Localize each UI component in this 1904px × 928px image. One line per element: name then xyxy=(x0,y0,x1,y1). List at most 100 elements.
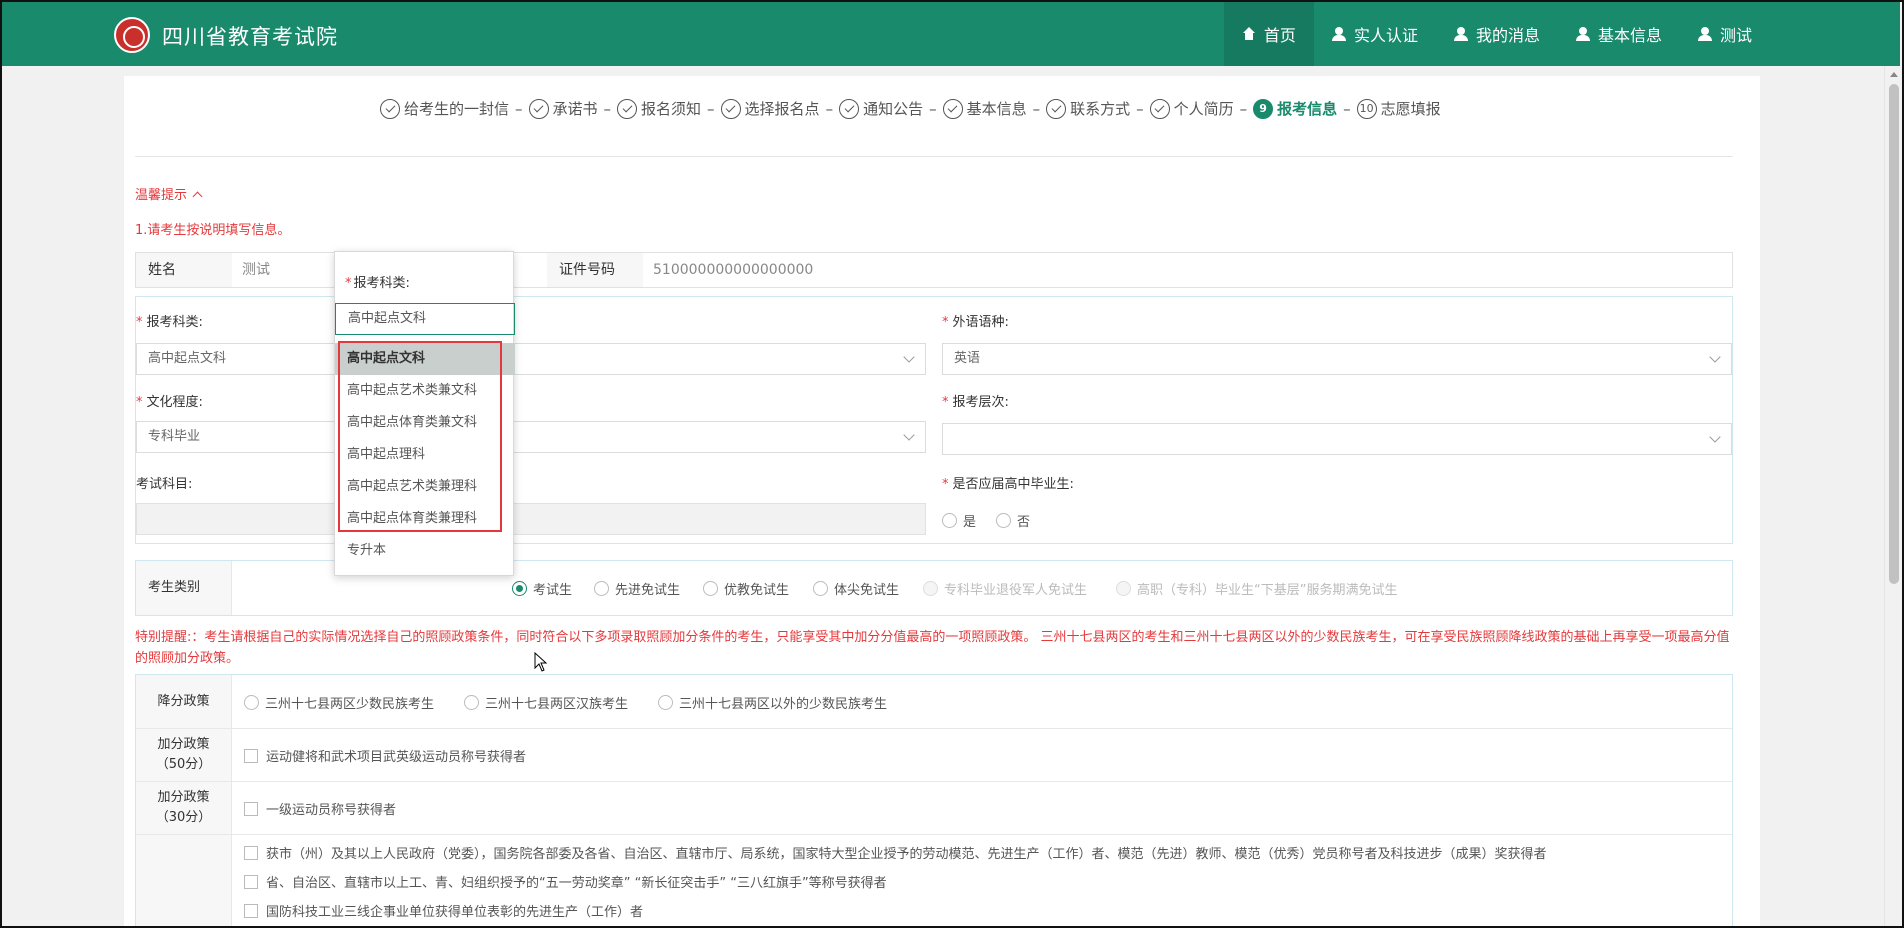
step-contact[interactable]: 联系方式 xyxy=(1046,98,1130,119)
nav-my-messages-label: 我的消息 xyxy=(1475,26,1540,45)
dropdown-option[interactable]: 高中起点艺术类兼文科 xyxy=(335,375,515,407)
nav-home[interactable]: 首页 xyxy=(1223,2,1314,66)
category-advanced-exempt-radio[interactable]: 先进免试生 xyxy=(594,579,680,598)
brand-title: 四川省教育考试院 xyxy=(162,25,338,49)
education-level-select[interactable]: 专科毕业 xyxy=(136,421,926,453)
reduce-policy-row: 降分政策 三州十七县两区少数民族考生 三州十七县两区汉族考生 三州十七县两区以外… xyxy=(136,675,1732,729)
radio-circle-icon xyxy=(658,695,673,710)
bonus-defense-industry-checkbox[interactable]: 国防科技工业三线企事业单位获得单位表彰的先进生产（工作）者 xyxy=(244,901,643,920)
category-sports-exempt-radio[interactable]: 体尖免试生 xyxy=(813,579,899,598)
other-bonus-label xyxy=(136,835,232,928)
check-circle-icon xyxy=(617,98,638,119)
exam-subjects-field xyxy=(136,503,926,535)
other-bonus-row: 获市（州）及其以上人民政府（党委），国务院各部委及各省、自治区、直辖市厅、局系统… xyxy=(136,835,1732,928)
checkbox-icon xyxy=(244,748,258,763)
reduce-minority-in-region-radio[interactable]: 三州十七县两区少数民族考生 xyxy=(244,693,434,712)
bonus-30-checkbox[interactable]: 一级运动员称号获得者 xyxy=(244,799,396,818)
application-level-select[interactable] xyxy=(942,423,1732,455)
category-grassroots-service-exempt-radio: 高职（专科）毕业生“下基层”服务期满免试生 xyxy=(1116,579,1397,598)
dropdown-option[interactable]: 高中起点体育类兼文科 xyxy=(335,407,515,439)
step-label: 通知公告 xyxy=(863,100,924,118)
nav-real-name-auth-label: 实人认证 xyxy=(1353,26,1418,45)
bonus-model-worker-checkbox[interactable]: 获市（州）及其以上人民政府（党委），国务院各部委及各省、自治区、直辖市厅、局系统… xyxy=(244,843,1547,862)
tips-line-1: 1.请考生按说明填写信息。 xyxy=(135,223,291,238)
bonus-30-label: 加分政策 （30分） xyxy=(136,782,232,834)
chevron-down-icon xyxy=(1709,351,1721,363)
special-reminder: 特别提醒:：考生请根据自己的实际情况选择自己的照顾政策条件，同时符合以下多项录取… xyxy=(135,630,1730,666)
step-letter[interactable]: 给考生的一封信 xyxy=(380,98,509,119)
foreign-language-select[interactable]: 英语 xyxy=(942,343,1732,375)
chevron-down-icon xyxy=(1709,431,1721,443)
policy-table: 降分政策 三州十七县两区少数民族考生 三州十七县两区汉族考生 三州十七县两区以外… xyxy=(135,674,1733,928)
nav-real-name-auth[interactable]: 实人认证 xyxy=(1314,2,1436,66)
reduce-han-in-region-radio[interactable]: 三州十七县两区汉族考生 xyxy=(464,693,628,712)
dropdown-option[interactable]: 高中起点艺术类兼理科 xyxy=(335,471,515,503)
reduce-policy-label: 降分政策 xyxy=(136,675,232,728)
chevron-down-icon xyxy=(903,351,915,363)
progress-steps: 给考生的一封信 – 承诺书 – 报名须知 – 选择报名点 – 通知公告 – 基本… xyxy=(380,98,1441,119)
reduce-minority-outside-region-radio[interactable]: 三州十七县两区以外的少数民族考生 xyxy=(658,693,887,712)
check-circle-icon xyxy=(839,98,860,119)
bonus-labor-medal-checkbox[interactable]: 省、自治区、直辖市以上工、青、妇组织授予的“五一劳动奖章” “新长征突击手” “… xyxy=(244,872,887,891)
dropdown-option[interactable]: 专升本 xyxy=(335,535,515,567)
fresh-graduate-no-radio[interactable]: 否 xyxy=(996,511,1030,530)
subject-type-select[interactable]: 高中起点文科 xyxy=(136,343,926,375)
name-label: 姓名 xyxy=(136,253,232,287)
category-exam-radio[interactable]: 考试生 xyxy=(512,579,572,598)
step-select-site[interactable]: 选择报名点 xyxy=(720,98,820,119)
dropdown-option[interactable]: 高中起点文科 xyxy=(335,343,515,375)
top-navbar: 四川省教育考试院 首页 实人认证 我的消息 基本信息 测试 xyxy=(2,2,1900,66)
nav-home-label: 首页 xyxy=(1263,26,1296,45)
step-commitment[interactable]: 承诺书 xyxy=(528,98,598,119)
id-number-label: 证件号码 xyxy=(547,253,643,287)
step-separator: – xyxy=(707,99,715,118)
step-label: 志愿填报 xyxy=(1380,100,1441,118)
bonus-50-label: 加分政策 （50分） xyxy=(136,729,232,781)
dropdown-search-input[interactable]: 高中起点文科 xyxy=(335,303,515,335)
education-level-label: * 文化程度: xyxy=(136,395,203,410)
dropdown-option[interactable]: 高中起点体育类兼理科 xyxy=(335,503,515,535)
nav-test-user[interactable]: 测试 xyxy=(1680,2,1770,66)
step-label: 报名须知 xyxy=(641,100,702,118)
radio-circle-icon xyxy=(942,513,957,528)
scroll-thumb[interactable] xyxy=(1889,84,1899,584)
step-separator: – xyxy=(1239,99,1248,118)
check-circle-icon xyxy=(942,98,963,119)
step-registration-notice[interactable]: 报名须知 xyxy=(617,98,701,119)
step-separator: – xyxy=(1032,99,1041,118)
check-circle-icon xyxy=(528,98,549,119)
step-label: 基本信息 xyxy=(966,100,1027,118)
nav-basic-info[interactable]: 基本信息 xyxy=(1558,2,1680,66)
scroll-up-arrow-icon[interactable] xyxy=(1890,72,1898,77)
name-value: 测试 xyxy=(242,262,270,278)
step-basic-info[interactable]: 基本信息 xyxy=(942,98,1027,119)
fresh-graduate-yes-radio[interactable]: 是 xyxy=(942,511,976,530)
bonus-50-checkbox[interactable]: 运动健将和武术项目武英级运动员称号获得者 xyxy=(244,746,526,765)
radio-disabled-icon xyxy=(1116,581,1131,596)
dropdown-option[interactable]: 高中起点理科 xyxy=(335,439,515,471)
bonus-30-row: 加分政策 （30分） 一级运动员称号获得者 xyxy=(136,782,1732,835)
page-scrollbar[interactable] xyxy=(1884,66,1902,926)
step-application-info[interactable]: 9 报考信息 xyxy=(1253,98,1337,119)
step-label: 联系方式 xyxy=(1070,100,1131,118)
step-preferences[interactable]: 10 志愿填报 xyxy=(1356,98,1441,119)
id-number-value: 510000000000000000 xyxy=(653,262,814,278)
dropdown-label: * 报考科类: xyxy=(345,276,410,291)
user-icon xyxy=(1697,27,1712,41)
user-icon xyxy=(1331,27,1346,41)
radio-disabled-icon xyxy=(923,581,938,596)
step-resume[interactable]: 个人简历 xyxy=(1149,98,1234,119)
step-announcements[interactable]: 通知公告 xyxy=(839,98,923,119)
nav-my-messages[interactable]: 我的消息 xyxy=(1436,2,1558,66)
check-circle-icon xyxy=(1149,98,1170,119)
check-circle-icon xyxy=(1046,98,1067,119)
category-excellent-teacher-exempt-radio[interactable]: 优教免试生 xyxy=(703,579,789,598)
step-number-badge: 9 xyxy=(1253,98,1274,119)
radio-circle-icon xyxy=(813,581,828,596)
nav-basic-info-label: 基本信息 xyxy=(1597,26,1662,45)
step-number-badge: 10 xyxy=(1356,98,1377,119)
step-label: 承诺书 xyxy=(552,100,598,118)
subject-type-dropdown: * 报考科类: 高中起点文科 高中起点文科 高中起点艺术类兼文科 高中起点体育类兼… xyxy=(334,251,515,576)
checkbox-icon xyxy=(244,801,258,816)
tips-toggle[interactable]: 温馨提示 xyxy=(135,184,203,203)
